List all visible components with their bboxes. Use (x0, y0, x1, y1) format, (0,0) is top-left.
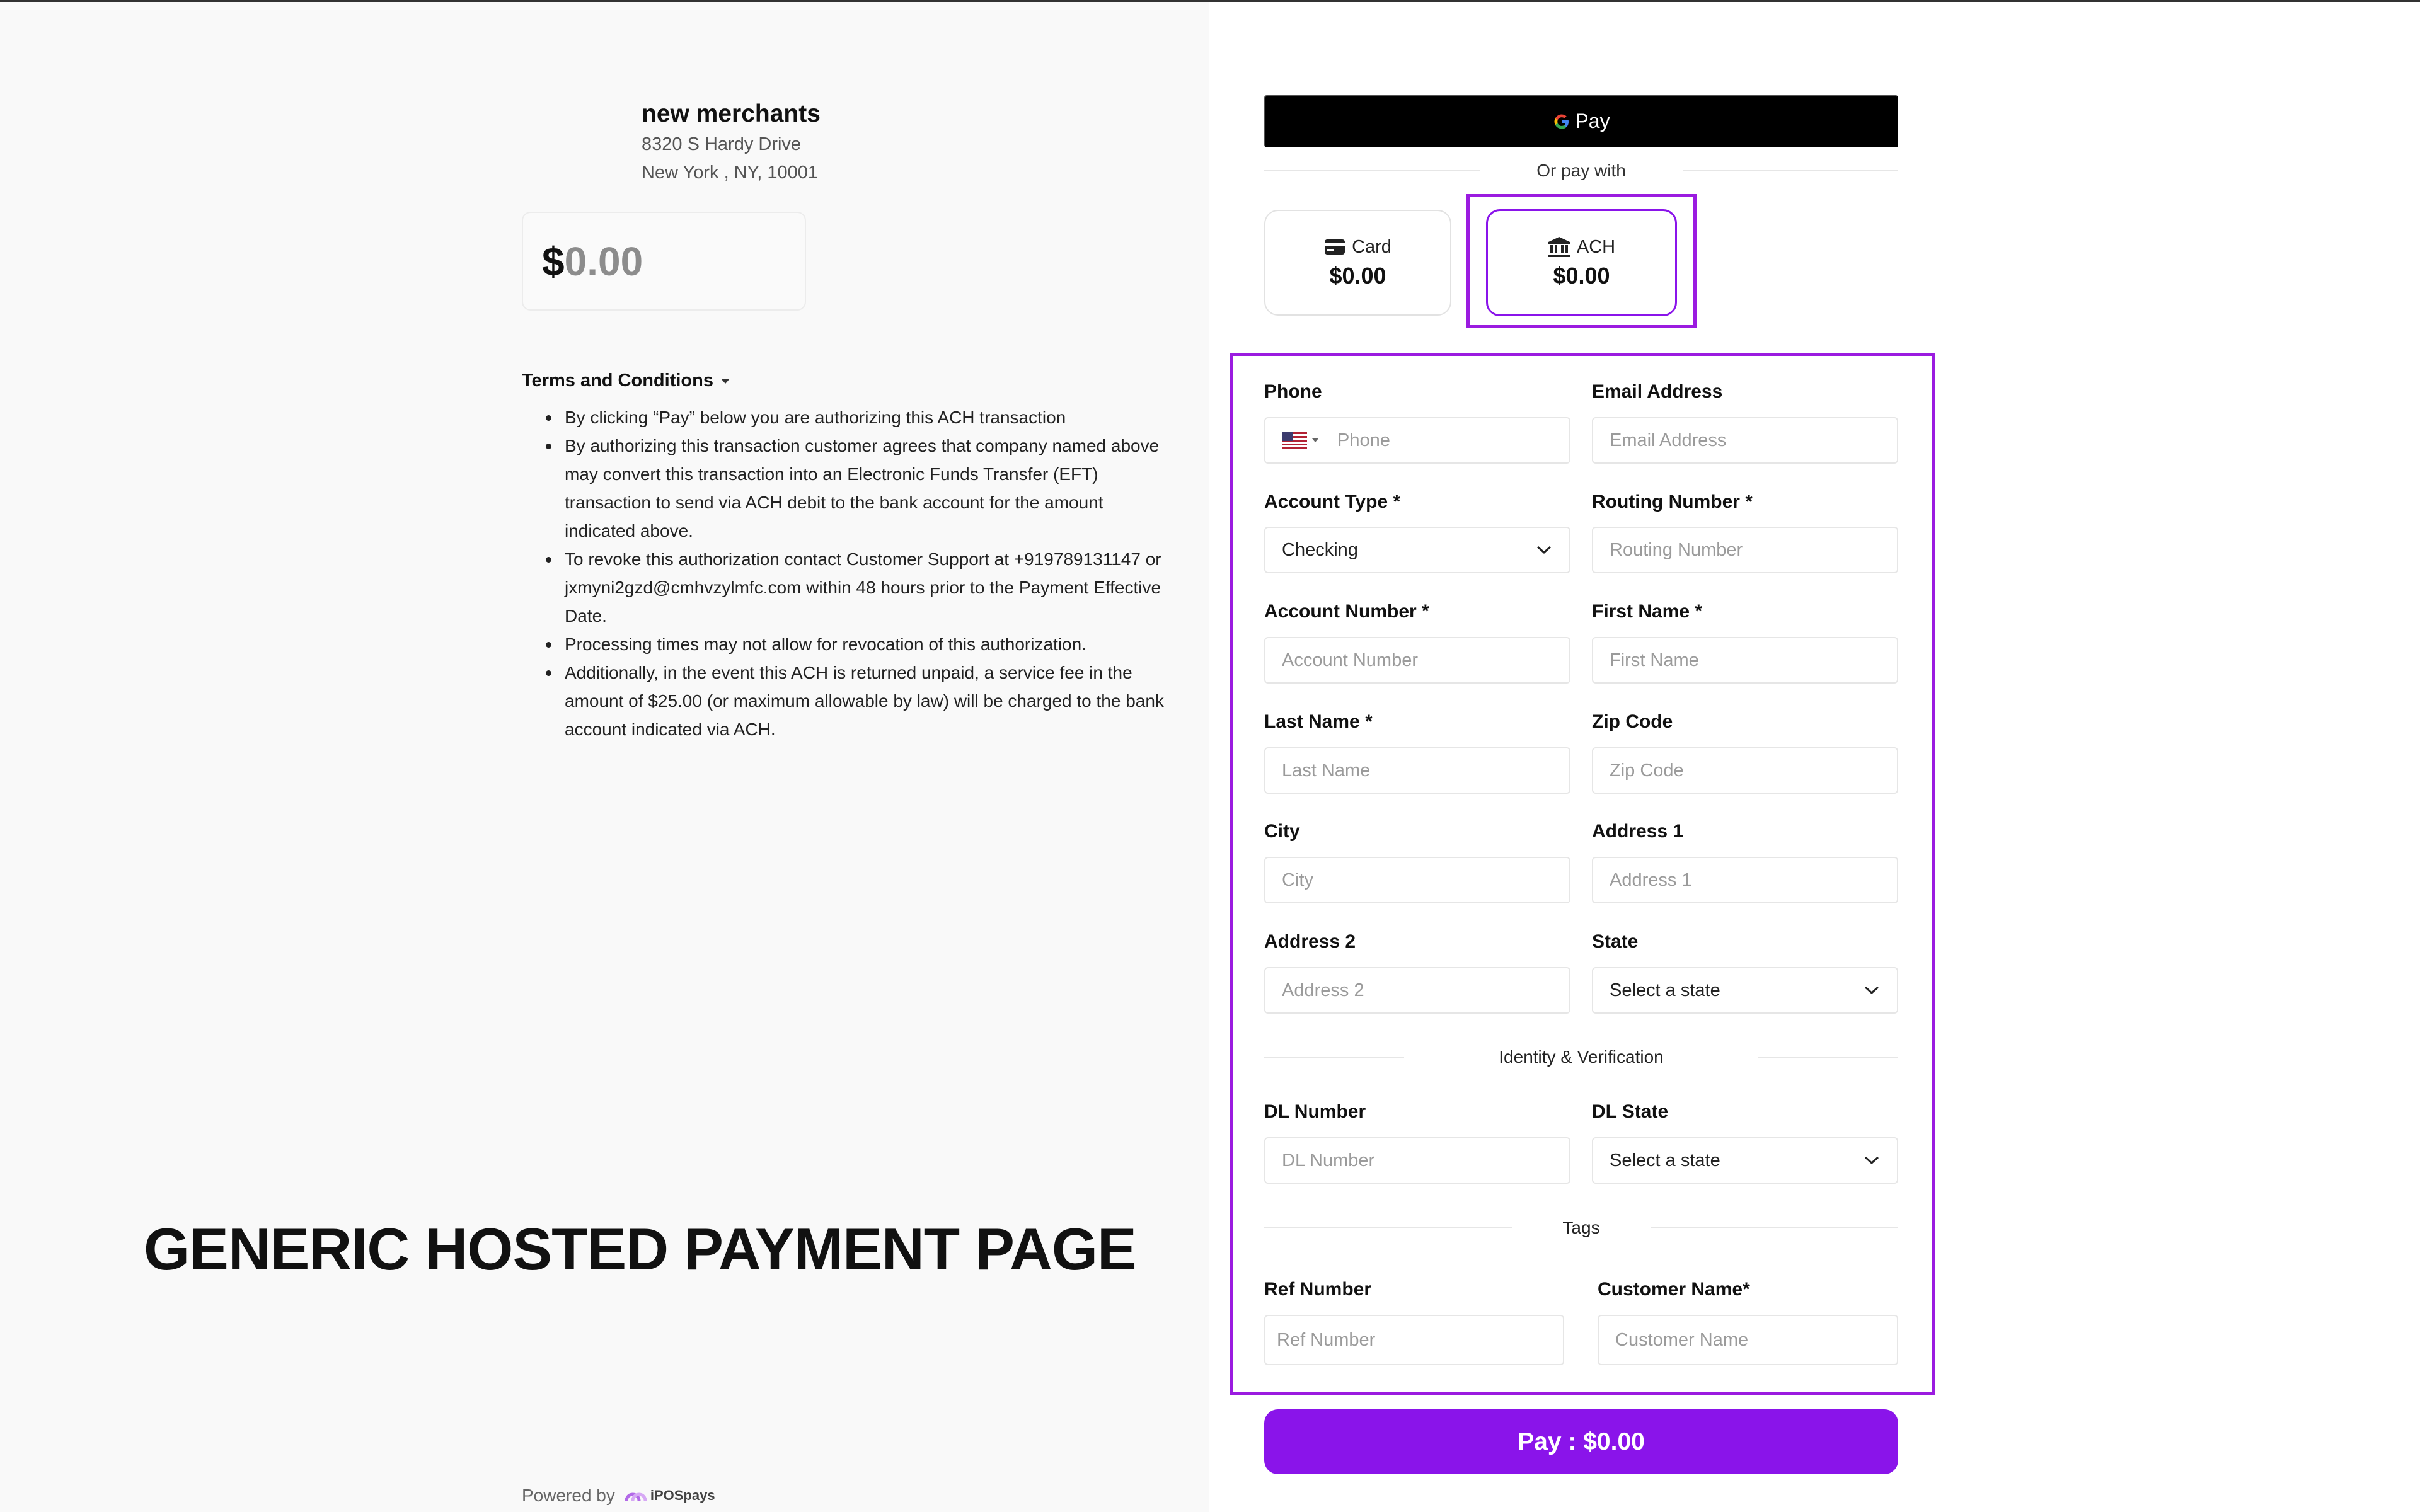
account-type-label: Account Type * (1264, 491, 1401, 512)
tags-section-label: Tags (1562, 1218, 1600, 1237)
divider-line (1758, 1057, 1899, 1058)
city-label: City (1264, 821, 1300, 842)
email-label: Email Address (1592, 381, 1723, 402)
routing-number-label: Routing Number * (1592, 491, 1753, 512)
divider-line (1264, 1227, 1512, 1228)
state-value: Select a state (1610, 980, 1720, 1000)
terms-item: By clicking “Pay” below you are authoriz… (546, 403, 1176, 432)
divider-line (1264, 1057, 1405, 1058)
or-pay-with-divider: Or pay with (1264, 161, 1899, 181)
dl-state-value: Select a state (1610, 1150, 1720, 1171)
first-name-input[interactable]: First Name (1592, 637, 1898, 684)
powered-by: Powered by iPOSpays (522, 1486, 715, 1506)
last-name-input[interactable]: Last Name (1264, 747, 1570, 794)
dl-number-label: DL Number (1264, 1101, 1366, 1122)
caret-down-icon (720, 379, 730, 384)
dl-state-label: DL State (1592, 1101, 1669, 1122)
terms-list: By clicking “Pay” below you are authoriz… (546, 403, 1176, 743)
identity-section-divider: Identity & Verification (1264, 1047, 1899, 1067)
zip-code-label: Zip Code (1592, 711, 1673, 732)
routing-number-input[interactable]: Routing Number (1592, 527, 1898, 573)
email-input[interactable]: Email Address (1592, 417, 1898, 464)
dl-state-select[interactable]: Select a state (1592, 1137, 1898, 1184)
card-method-label: Card (1352, 236, 1392, 257)
customer-name-label: Customer Name* (1598, 1279, 1750, 1300)
logo-text: iPOSpays (650, 1487, 715, 1503)
ref-number-input[interactable]: Ref Number (1264, 1315, 1564, 1365)
terms-item: Additionally, in the event this ACH is r… (546, 658, 1176, 743)
tags-section-divider: Tags (1264, 1218, 1898, 1238)
country-code-select[interactable] (1282, 432, 1318, 449)
powered-by-label: Powered by (522, 1486, 615, 1505)
address2-label: Address 2 (1264, 931, 1356, 952)
address1-input[interactable]: Address 1 (1592, 857, 1898, 903)
phone-input[interactable]: Phone (1337, 430, 1390, 451)
amount-value: 0.00 (564, 239, 643, 284)
credit-card-icon (1325, 239, 1345, 255)
account-number-label: Account Number * (1264, 601, 1429, 622)
chevron-down-icon (1312, 438, 1318, 442)
city-input[interactable]: City (1264, 857, 1570, 903)
customer-name-input[interactable]: Customer Name (1598, 1315, 1898, 1365)
page-banner: GENERIC HOSTED PAYMENT PAGE (144, 1216, 1137, 1282)
identity-section-label: Identity & Verification (1499, 1047, 1664, 1067)
google-pay-label: Pay (1575, 110, 1610, 132)
chevron-down-icon (1864, 1156, 1879, 1165)
phone-field[interactable]: Phone (1264, 417, 1570, 464)
us-flag-icon (1282, 432, 1307, 449)
address2-input[interactable]: Address 2 (1264, 967, 1570, 1014)
terms-item: Processing times may not allow for revoc… (546, 630, 1176, 658)
zip-code-input[interactable]: Zip Code (1592, 747, 1898, 794)
amount-display: $0.00 (542, 237, 643, 286)
account-type-select[interactable]: Checking (1264, 527, 1570, 573)
terms-item: By authorizing this transaction customer… (546, 432, 1176, 545)
divider-line (1682, 170, 1899, 171)
terms-item: To revoke this authorization contact Cus… (546, 545, 1176, 630)
chevron-down-icon (1864, 986, 1879, 995)
state-select[interactable]: Select a state (1592, 967, 1898, 1014)
pay-button[interactable]: Pay : $0.00 (1264, 1409, 1898, 1474)
terms-title: Terms and Conditions (522, 370, 713, 391)
phone-label: Phone (1264, 381, 1322, 402)
address1-label: Address 1 (1592, 821, 1684, 842)
terms-toggle[interactable]: Terms and Conditions (522, 368, 730, 393)
last-name-label: Last Name * (1264, 711, 1373, 732)
google-pay-button[interactable]: Pay (1264, 95, 1898, 147)
merchant-address-line2: New York , NY, 10001 (642, 163, 818, 183)
divider-line (1650, 1227, 1898, 1228)
currency-symbol: $ (542, 239, 565, 284)
card-method-amount: $0.00 (1329, 262, 1386, 289)
account-type-value: Checking (1282, 539, 1358, 560)
merchant-address-line1: 8320 S Hardy Drive (642, 134, 802, 154)
dl-number-input[interactable]: DL Number (1264, 1137, 1570, 1184)
card-method-option[interactable]: Card $0.00 (1264, 210, 1451, 316)
ipospays-logo: iPOSpays (625, 1487, 715, 1504)
ipospays-logo-icon (625, 1492, 647, 1501)
ach-highlight-frame (1466, 194, 1697, 328)
chevron-down-icon (1536, 546, 1552, 554)
divider-line (1264, 170, 1480, 171)
amount-box: $0.00 (522, 212, 806, 311)
merchant-info: new merchants 8320 S Hardy Drive New Yor… (642, 98, 821, 187)
state-label: State (1592, 931, 1639, 952)
merchant-name: new merchants (642, 100, 821, 127)
first-name-label: First Name * (1592, 601, 1703, 622)
or-pay-with-label: Or pay with (1536, 161, 1626, 180)
ref-number-label: Ref Number (1264, 1279, 1372, 1300)
account-number-input[interactable]: Account Number (1264, 637, 1570, 684)
google-g-icon (1552, 112, 1571, 131)
